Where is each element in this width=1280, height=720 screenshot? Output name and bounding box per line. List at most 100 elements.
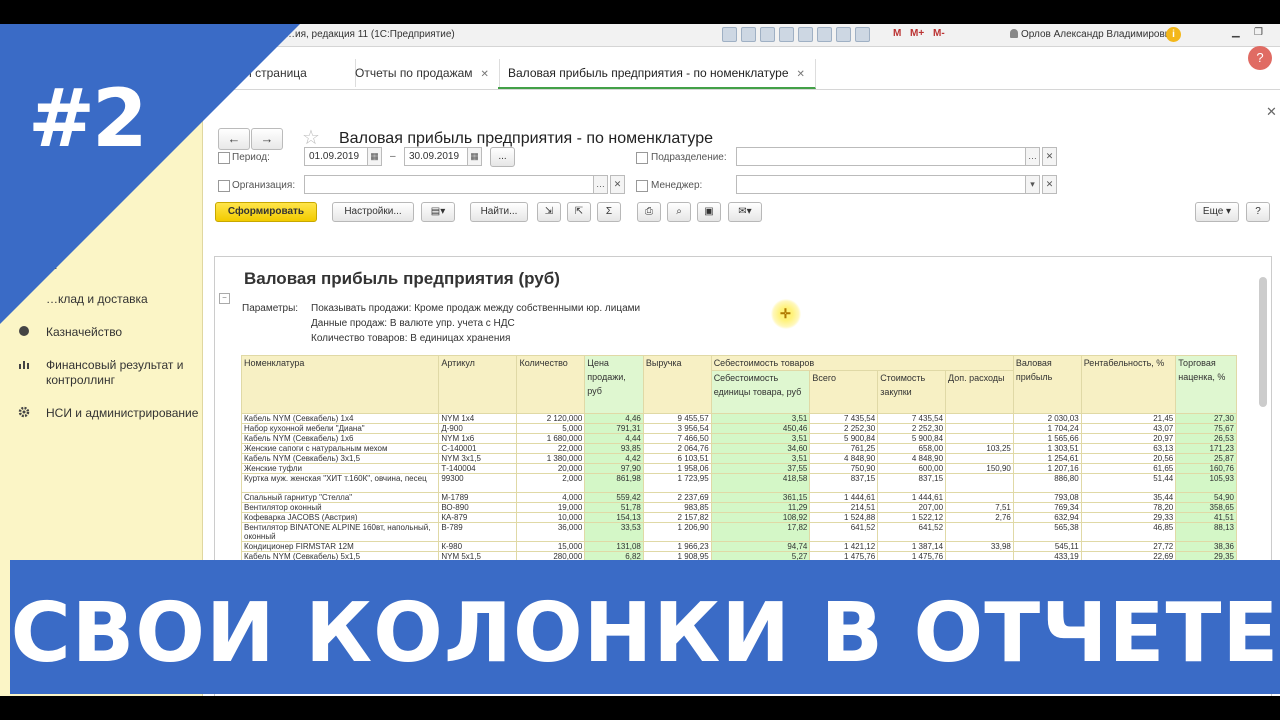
- save-icon[interactable]: ▣: [697, 202, 721, 222]
- table-row[interactable]: Кабель NYM (Севкабель) 3х1,5 NYM 3x1,5 1 3…: [240, 453, 1237, 464]
- memory-minus-button[interactable]: M-: [933, 28, 945, 39]
- table-cell: 1 254,61: [1012, 453, 1082, 464]
- table-cell: 35,44: [1080, 492, 1177, 503]
- col-header: Торговая наценка, %: [1175, 355, 1237, 414]
- current-user[interactable]: Орлов Александр Владимирович: [1010, 29, 1176, 40]
- download-icon[interactable]: [779, 27, 794, 42]
- table-cell: 358,65: [1175, 502, 1237, 513]
- clear-icon[interactable]: ✕: [610, 175, 625, 194]
- clear-icon[interactable]: ✕: [1042, 147, 1057, 166]
- table-cell: NYM 3x1,5: [438, 453, 518, 464]
- tab-gross-profit[interactable]: Валовая прибыль предприятия - по номенкл…: [498, 59, 816, 89]
- manager-checkbox[interactable]: [636, 180, 648, 192]
- table-cell: [945, 413, 1014, 424]
- form-title: Валовая прибыль предприятия - по номенкл…: [339, 130, 714, 147]
- date-to-field[interactable]: 30.09.2019: [404, 147, 468, 166]
- table-cell: 559,42: [584, 492, 644, 503]
- table-row[interactable]: Женские сапоги с натуральным мехом С-1400…: [240, 443, 1237, 454]
- print-icon[interactable]: [741, 27, 756, 42]
- table-cell: 25,87: [1175, 453, 1237, 464]
- table-row[interactable]: Набор кухонной мебели "Диана" Д-900 5,000 7…: [240, 423, 1237, 434]
- memory-plus-button[interactable]: M+: [910, 28, 924, 39]
- table-icon[interactable]: [817, 27, 832, 42]
- print-icon[interactable]: ⎙: [637, 202, 661, 222]
- caption-banner: СВОИ КОЛОНКИ В ОТЧЕТЕ: [10, 560, 1280, 694]
- memory-button[interactable]: M: [893, 28, 901, 39]
- dropdown-icon[interactable]: ▾: [1025, 175, 1040, 194]
- table-cell: 3,51: [710, 413, 811, 424]
- calendar-icon[interactable]: ▦: [467, 147, 482, 166]
- help-button[interactable]: ?: [1246, 202, 1270, 222]
- calendar-icon[interactable]: [836, 27, 851, 42]
- dept-field[interactable]: [736, 147, 1026, 166]
- table-cell: [945, 473, 1014, 493]
- minimize-icon[interactable]: ▁: [1232, 27, 1240, 38]
- table-row[interactable]: Кофеварка JACOBS (Австрия) КА-879 10,000 15…: [240, 512, 1237, 523]
- table-row[interactable]: Женские туфли Т-140004 20,000 97,90 1 958,06…: [240, 463, 1237, 474]
- table-cell: 29,33: [1080, 512, 1177, 523]
- calculator-icon[interactable]: [855, 27, 870, 42]
- table-row[interactable]: Вентилятор оконный ВО-890 19,000 51,78 983,8…: [240, 502, 1237, 513]
- sum-button[interactable]: Σ: [597, 202, 621, 222]
- calendar-icon[interactable]: ▦: [367, 147, 382, 166]
- col-header: Артикул: [438, 355, 518, 414]
- table-cell: 10,000: [516, 512, 586, 523]
- settings-button[interactable]: Настройки...: [332, 202, 414, 222]
- table-row[interactable]: Вентилятор BINATONE ALPINE 160вт, наполь…: [240, 522, 1237, 542]
- help-icon[interactable]: ?: [1248, 46, 1272, 70]
- close-icon[interactable]: ✕: [797, 69, 805, 80]
- preview-icon[interactable]: [760, 27, 775, 42]
- close-form-icon[interactable]: ✕: [1266, 104, 1277, 120]
- table-cell: 1 303,51: [1012, 443, 1082, 454]
- restore-icon[interactable]: ❐: [1254, 27, 1263, 38]
- param-line: Показывать продажи: Кроме продаж между с…: [311, 303, 641, 314]
- table-row[interactable]: Кондиционер FIRMSTAR 12М К-980 15,000 131,0…: [240, 541, 1237, 552]
- more-button[interactable]: Еще ▾: [1195, 202, 1239, 222]
- table-row[interactable]: Кабель NYM (Севкабель) 1х6 NYM 1x6 1 680,0…: [240, 433, 1237, 444]
- vertical-scrollbar[interactable]: [1259, 277, 1267, 407]
- table-cell: 7,51: [945, 502, 1014, 513]
- table-cell: Женские туфли: [240, 463, 440, 474]
- dept-label: Подразделение:: [651, 152, 727, 163]
- bar-chart-icon: [19, 361, 29, 369]
- close-icon[interactable]: ✕: [481, 69, 489, 80]
- table-row[interactable]: Куртка муж. женская "ХИТ т.160К", овчина…: [240, 473, 1237, 493]
- expand-icon[interactable]: ⇲: [537, 202, 561, 222]
- table-cell: 27,30: [1175, 413, 1237, 424]
- save-icon[interactable]: [722, 27, 737, 42]
- org-field[interactable]: [304, 175, 594, 194]
- table-cell: 2 252,30: [809, 423, 879, 434]
- period-select-button[interactable]: ...: [490, 147, 515, 167]
- table-row[interactable]: Кабель NYM (Севкабель) 1х4 NYM 1x4 2 120,0…: [240, 413, 1237, 424]
- clear-icon[interactable]: ✕: [1042, 175, 1057, 194]
- table-cell: 418,58: [710, 473, 811, 493]
- table-cell: 37,55: [710, 463, 811, 474]
- variant-button[interactable]: ▤▾: [421, 202, 455, 222]
- table-cell: [945, 522, 1014, 542]
- info-icon[interactable]: i: [1166, 27, 1181, 42]
- table-cell: 9 455,57: [642, 413, 712, 424]
- table-cell: [945, 492, 1014, 503]
- tab-sales-reports[interactable]: Отчеты по продажам ✕: [345, 59, 500, 87]
- preview-icon[interactable]: ⌕: [667, 202, 691, 222]
- table-cell: М-1789: [438, 492, 518, 503]
- table-cell: Кабель NYM (Севкабель) 1х6: [240, 433, 440, 444]
- mail-icon[interactable]: ✉▾: [728, 202, 762, 222]
- table-cell: 6 103,51: [642, 453, 712, 464]
- table-cell: 837,15: [877, 473, 947, 493]
- find-button[interactable]: Найти...: [470, 202, 528, 222]
- collapse-icon[interactable]: ⇱: [567, 202, 591, 222]
- table-cell: NYM 1x6: [438, 433, 518, 444]
- table-row[interactable]: Спальный гарнитур "Стелла" М-1789 4,000 559…: [240, 492, 1237, 503]
- table-cell: 7 435,54: [877, 413, 947, 424]
- mail-icon[interactable]: [798, 27, 813, 42]
- col-group-header: Себестоимость товаров: [710, 355, 1014, 371]
- table-cell: 632,94: [1012, 512, 1082, 523]
- date-from-field[interactable]: 01.09.2019: [304, 147, 368, 166]
- select-icon[interactable]: …: [1025, 147, 1040, 166]
- select-icon[interactable]: …: [593, 175, 608, 194]
- manager-field[interactable]: [736, 175, 1026, 194]
- gear-icon: [18, 406, 30, 418]
- table-cell: 214,51: [809, 502, 879, 513]
- dept-checkbox[interactable]: [636, 152, 648, 164]
